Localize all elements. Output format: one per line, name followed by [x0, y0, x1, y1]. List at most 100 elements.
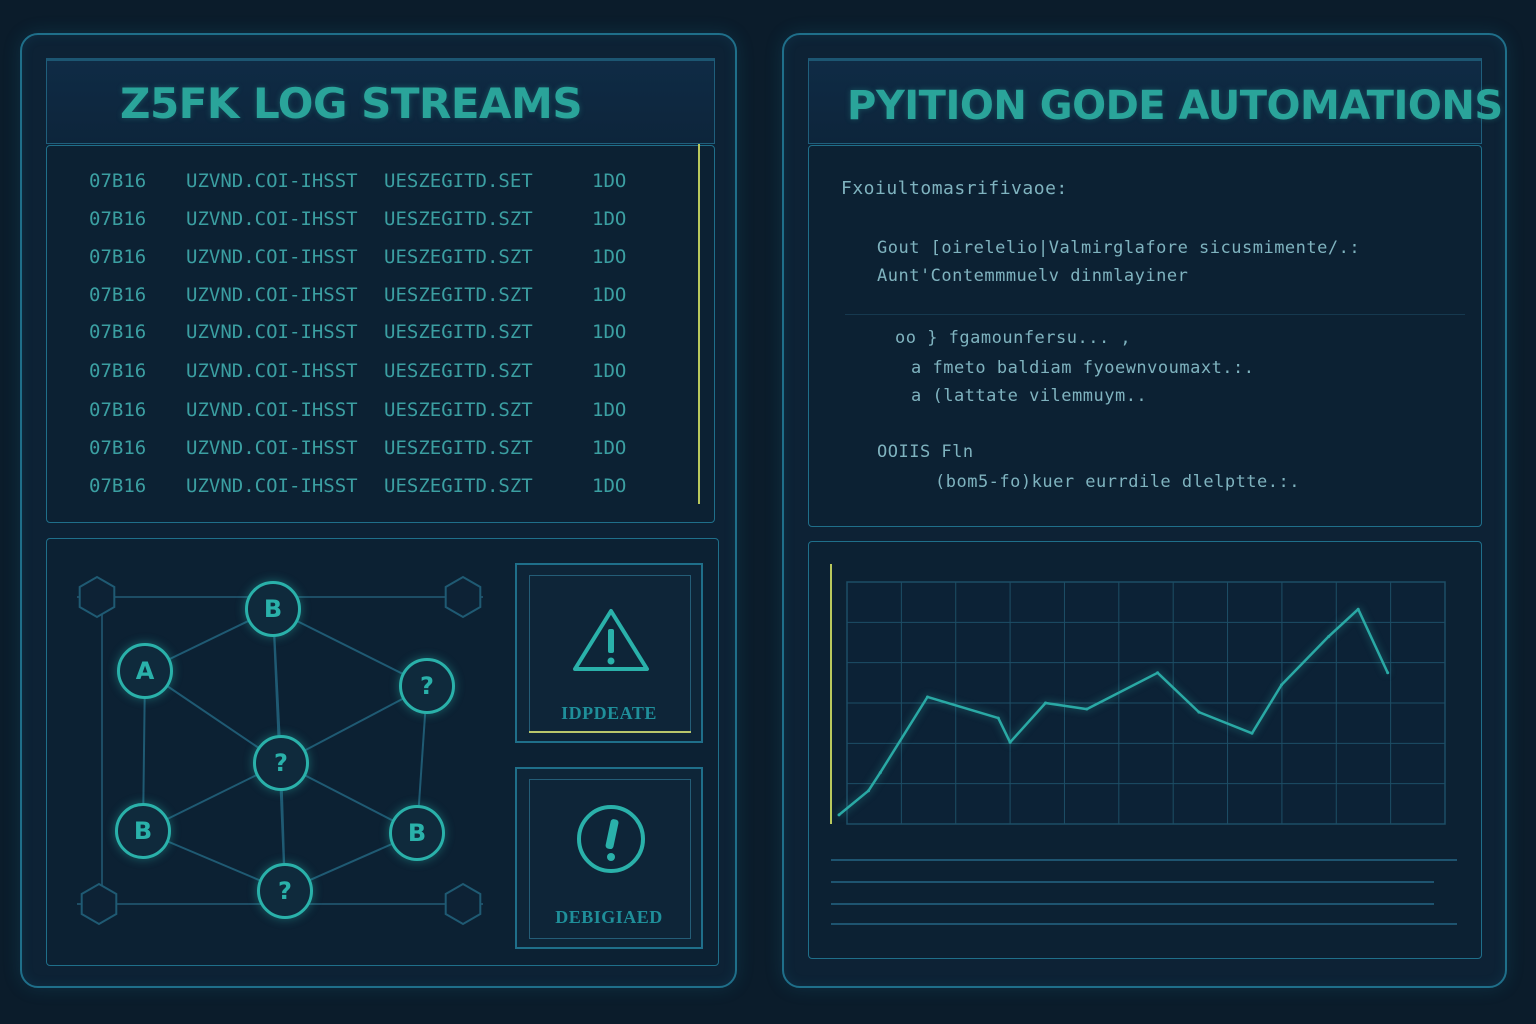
divider — [845, 314, 1465, 315]
table-cell: 07B16 — [89, 170, 147, 192]
alert-label: DEBIGIAED — [555, 907, 663, 927]
code-line: Gout [oirelelio|Valmirglafore sicusmimen… — [877, 238, 1361, 258]
network-node[interactable]: ? — [399, 658, 455, 714]
table-row[interactable]: 07B16 UZVND.COI-IHSST UESZEGITD.SZT 1DO — [47, 321, 714, 351]
exclamation-circle-icon — [577, 805, 645, 873]
table-row[interactable]: 07B16 UZVND.COI-IHSST UESZEGITD.SZT 1DO — [47, 246, 714, 276]
hexagon-node — [80, 882, 118, 926]
node-icon: A — [135, 657, 155, 685]
table-cell: 1DO — [592, 208, 627, 230]
code-line: Fxoiultomasrifivaoe: — [841, 178, 1068, 199]
code-line: oo } fgamounfersu... , — [895, 328, 1132, 348]
automations-panel: PYITION GODE AUTOMATIONS Fxoiultomasrifi… — [782, 33, 1507, 988]
hexagon-node — [444, 575, 482, 619]
data-point — [1197, 710, 1201, 714]
table-cell: UESZEGITD.SZT — [384, 284, 533, 306]
table-cell: 07B16 — [89, 437, 147, 459]
table-cell: UZVND.COI-IHSST — [186, 437, 358, 459]
table-cell: 07B16 — [89, 360, 147, 382]
node-icon: ? — [420, 672, 434, 700]
network-node[interactable]: ? — [253, 735, 309, 791]
table-row[interactable]: 07B16 UZVND.COI-IHSST UESZEGITD.SZT 1DO — [47, 284, 714, 314]
table-cell: UESZEGITD.SZT — [384, 437, 533, 459]
table-cell: UZVND.COI-IHSST — [186, 399, 358, 421]
table-row[interactable]: 07B16 UZVND.COI-IHSST UESZEGITD.SZT 1DO — [47, 399, 714, 429]
data-point — [1156, 671, 1160, 675]
table-row[interactable]: 07B16 UZVND.COI-IHSST UESZEGITD.SZT 1DO — [47, 437, 714, 467]
table-cell: UESZEGITD.SZT — [384, 246, 533, 268]
data-point — [1356, 607, 1360, 611]
data-point — [926, 695, 929, 699]
alert-accent — [529, 731, 691, 733]
table-cell: UESZEGITD.SZT — [384, 475, 533, 497]
line-chart — [830, 564, 1457, 925]
log-streams-panel: Z5FK LOG STREAMS 07B16 UZVND.COI-IHSST UES… — [20, 33, 737, 988]
node-icon: ? — [274, 749, 288, 777]
log-streams-header: Z5FK LOG STREAMS — [46, 58, 715, 144]
page-title: PYITION GODE AUTOMATIONS — [847, 83, 1503, 129]
alert-debugged[interactable]: DEBIGIAED — [515, 767, 703, 949]
data-point — [1386, 671, 1390, 675]
chart-area — [808, 541, 1482, 959]
hexagon-node — [78, 575, 116, 619]
table-cell: UESZEGITD.SZT — [384, 208, 533, 230]
hexagon-node — [444, 882, 482, 926]
alert-label: IDPDEATE — [561, 703, 657, 723]
warning-triangle-icon — [573, 609, 649, 671]
table-cell: UESZEGITD.SET — [384, 170, 533, 192]
data-point — [1250, 731, 1254, 735]
node-icon: B — [263, 595, 283, 623]
table-cell: UESZEGITD.SZT — [384, 321, 533, 343]
table-row[interactable]: 07B16 UZVND.COI-IHSST UESZEGITD.SZT 1DO — [47, 360, 714, 390]
table-cell: 07B16 — [89, 321, 147, 343]
code-editor[interactable]: Fxoiultomasrifivaoe: Gout [oirelelio|Val… — [808, 145, 1482, 527]
data-point — [996, 716, 1000, 720]
table-cell: UZVND.COI-IHSST — [186, 246, 358, 268]
table-row[interactable]: 07B16 UZVND.COI-IHSST UESZEGITD.SZT 1DO — [47, 208, 714, 238]
table-cell: 1DO — [592, 475, 627, 497]
node-icon: ? — [278, 877, 292, 905]
data-point — [1085, 707, 1089, 711]
code-line: (bom5-fo)kuer eurrdile dlelptte.:. — [935, 472, 1300, 492]
data-point — [1327, 634, 1331, 638]
alert-update[interactable]: IDPDEATE — [515, 563, 703, 743]
table-cell: 07B16 — [89, 208, 147, 230]
node-icon: B — [407, 819, 427, 847]
table-cell: 07B16 — [89, 284, 147, 306]
table-cell: UZVND.COI-IHSST — [186, 284, 358, 306]
network-node[interactable]: ? — [257, 863, 313, 919]
table-row[interactable]: 07B16 UZVND.COI-IHSST UESZEGITD.SET 1DO — [47, 170, 714, 200]
table-cell: UESZEGITD.SZT — [384, 399, 533, 421]
node-icon: B — [133, 817, 153, 845]
network-node[interactable]: B — [115, 803, 171, 859]
network-area: B A?? B B? IDPDEATE DEBIGIAED — [46, 538, 719, 966]
network-node[interactable]: A — [117, 643, 173, 699]
automations-header: PYITION GODE AUTOMATIONS — [808, 58, 1503, 144]
table-cell: 07B16 — [89, 246, 147, 268]
table-cell: 1DO — [592, 399, 627, 421]
page-title: Z5FK LOG STREAMS — [120, 79, 583, 128]
data-point — [867, 789, 870, 793]
table-cell: 1DO — [592, 437, 627, 459]
network-node[interactable]: B — [389, 805, 445, 861]
table-cell: UESZEGITD.SZT — [384, 360, 533, 382]
data-point — [837, 813, 841, 817]
table-cell: 07B16 — [89, 399, 147, 421]
table-cell: UZVND.COI-IHSST — [186, 475, 358, 497]
data-point — [1044, 701, 1047, 705]
network-node[interactable]: B — [245, 581, 301, 637]
table-cell: UZVND.COI-IHSST — [186, 360, 358, 382]
log-table[interactable]: 07B16 UZVND.COI-IHSST UESZEGITD.SET 1DO 07B1… — [46, 144, 715, 523]
table-row[interactable]: 07B16 UZVND.COI-IHSST UESZEGITD.SZT 1DO — [47, 475, 714, 505]
table-cell: UZVND.COI-IHSST — [186, 170, 358, 192]
table-cell: 1DO — [592, 246, 627, 268]
table-cell: 1DO — [592, 321, 627, 343]
table-cell: 07B16 — [89, 475, 147, 497]
code-line: a fmeto baldiam fyoewnvoumaxt.:. — [911, 358, 1255, 378]
table-cell: UZVND.COI-IHSST — [186, 208, 358, 230]
table-cell: 1DO — [592, 170, 627, 192]
data-point — [1280, 683, 1283, 687]
code-line: a (lattate vilemmuym.. — [911, 386, 1148, 406]
data-point — [878, 771, 882, 775]
table-cell: 1DO — [592, 284, 627, 306]
